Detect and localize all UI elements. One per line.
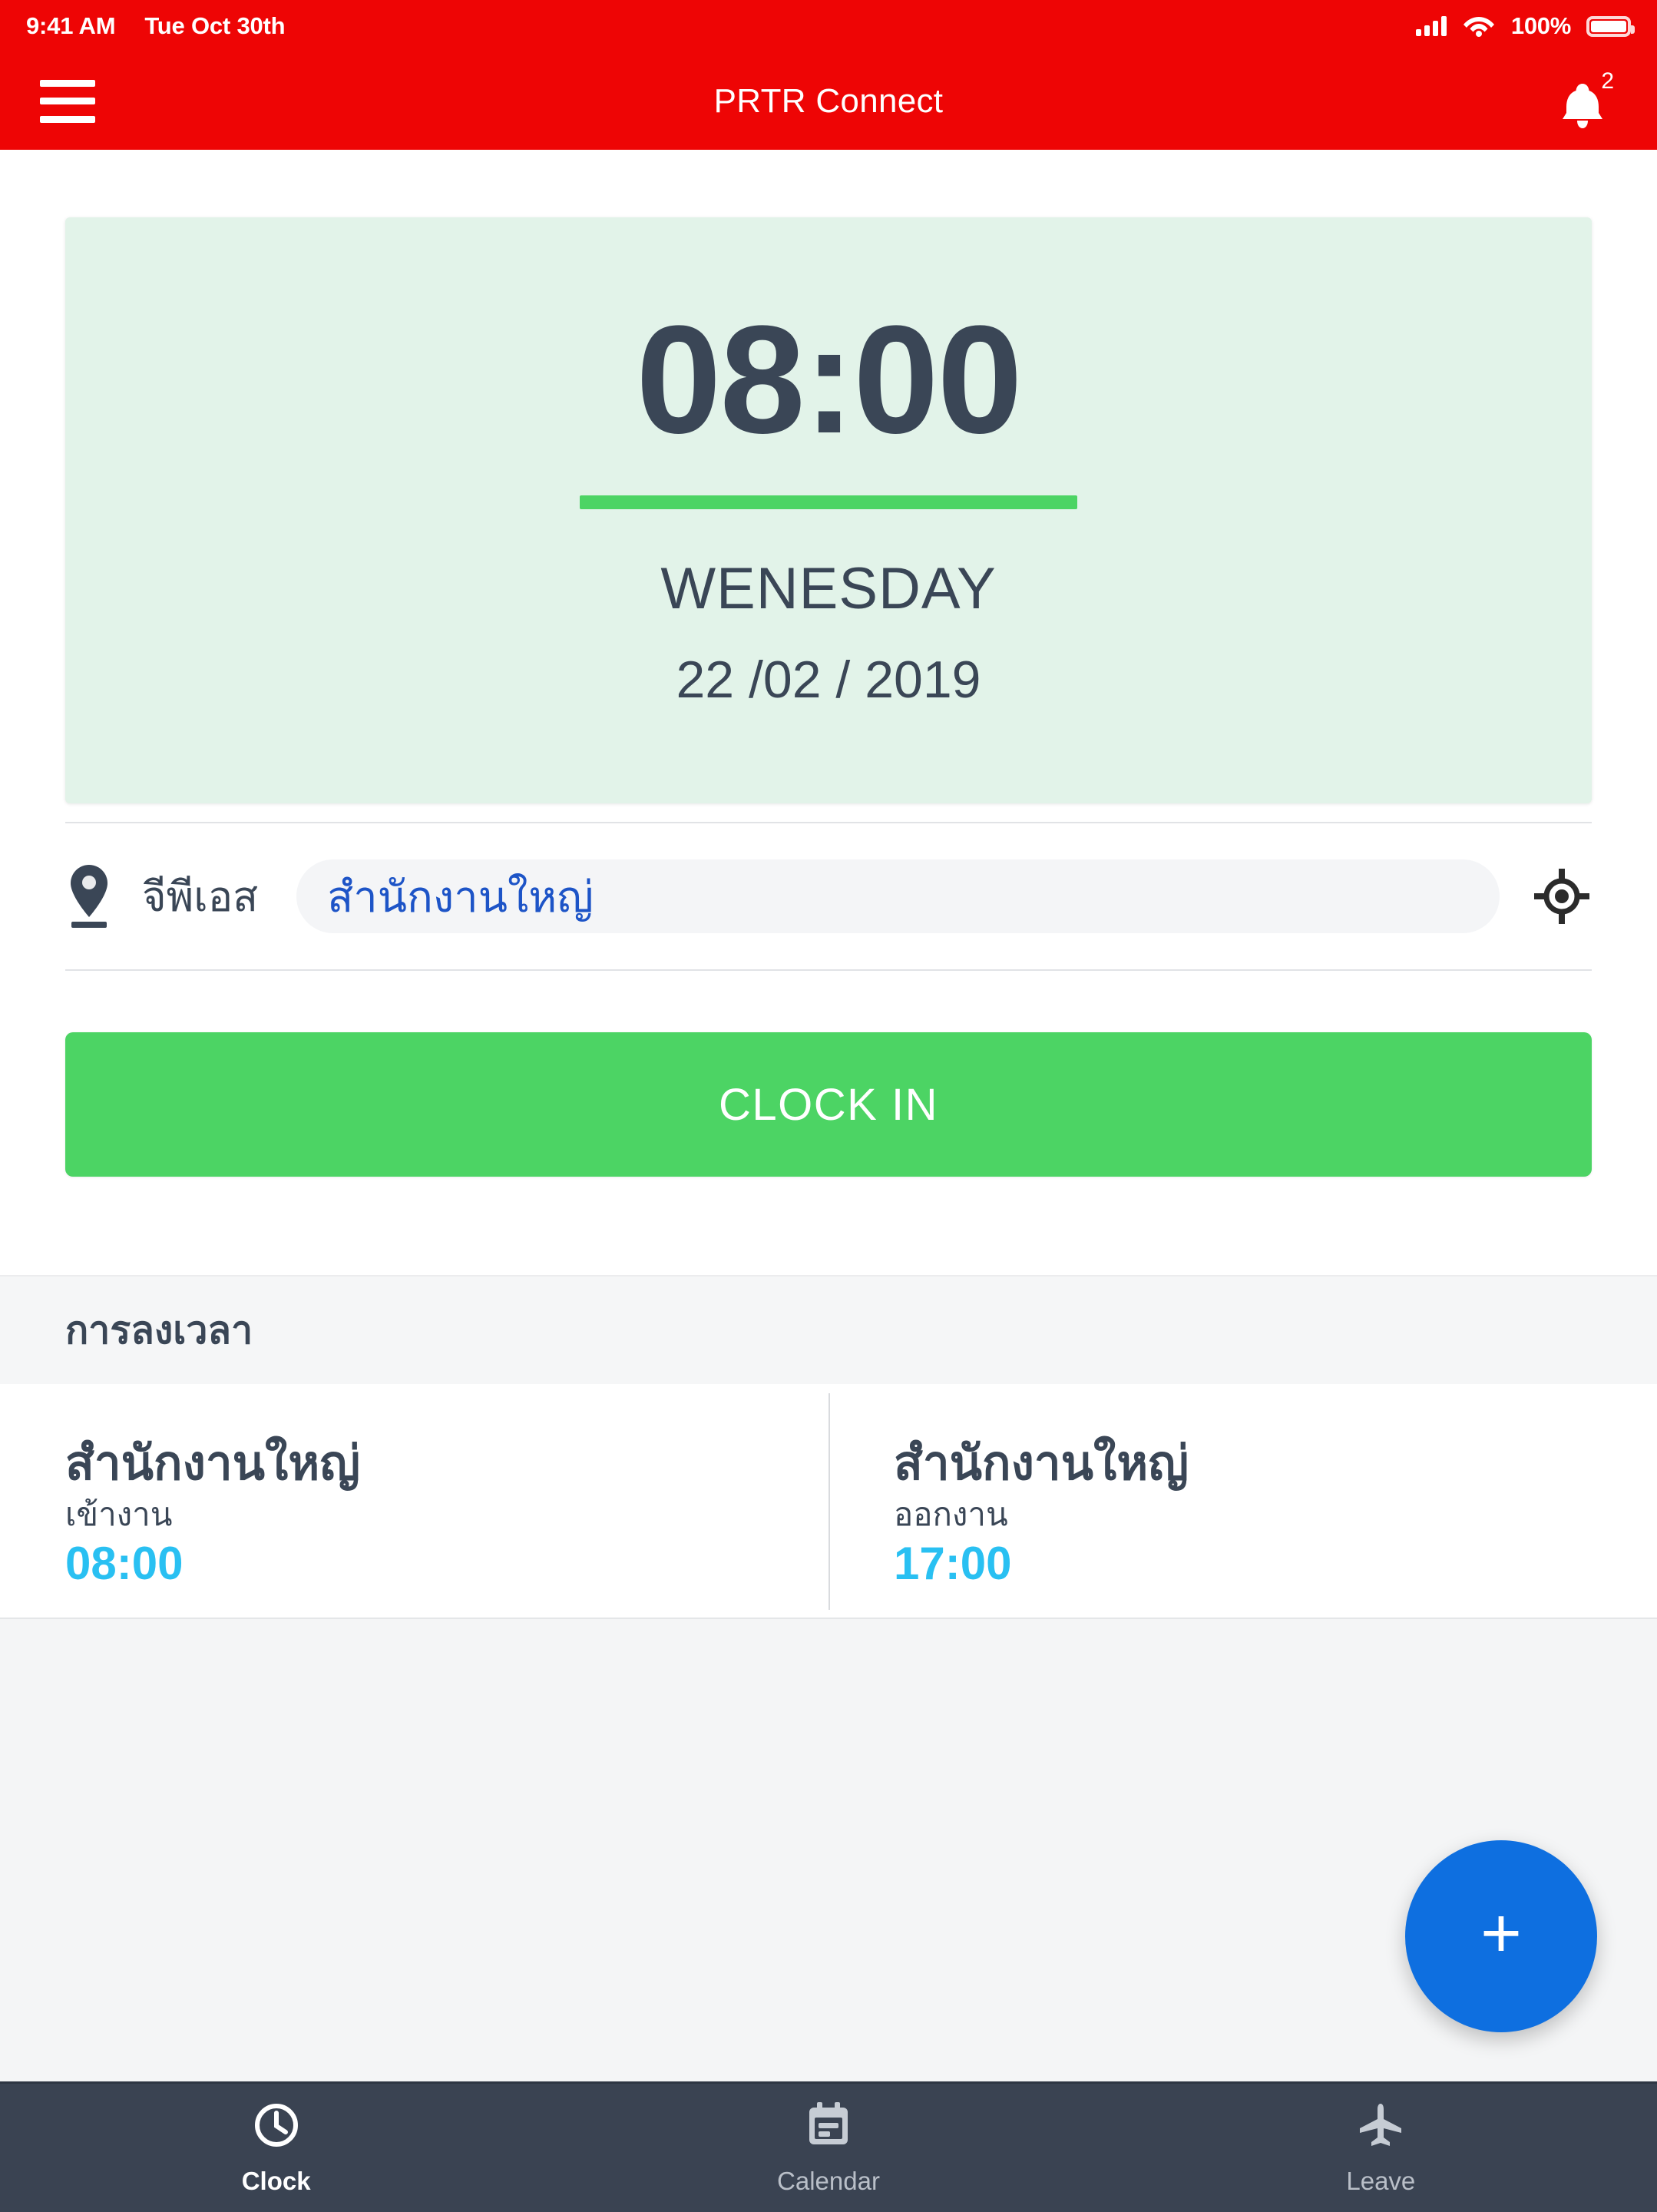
gps-location-value: สำนักงานใหญ่	[327, 872, 594, 921]
clock-card-divider	[580, 495, 1077, 509]
nav-label-calendar: Calendar	[777, 2166, 880, 2195]
status-bar-left: 9:41 AM Tue Oct 30th	[26, 12, 286, 40]
app-bar: PRTR Connect 2	[0, 52, 1657, 150]
nav-item-leave[interactable]: Leave	[1105, 2101, 1657, 2196]
attendance-section-title: การลงเวลา	[65, 1308, 253, 1352]
battery-percent-label: 100%	[1510, 12, 1571, 39]
status-bar-date: Tue Oct 30th	[144, 12, 286, 39]
attendance-entry-clock-out[interactable]: สำนักงานใหญ่ ออกงาน 17:00	[828, 1384, 1657, 1618]
clock-card: 08:00 WENESDAY 22 /02 / 2019	[65, 217, 1592, 803]
nav-label-clock: Clock	[241, 2166, 311, 2195]
attendance-place: สำนักงานใหญ่	[894, 1437, 1189, 1490]
bottom-navigation: Clock Calendar Leave	[0, 2081, 1657, 2212]
status-bar: 9:41 AM Tue Oct 30th 100%	[0, 0, 1657, 52]
current-time: 08:00	[636, 294, 1023, 465]
content-empty-area	[0, 1619, 1657, 2081]
clock-icon	[253, 2101, 299, 2150]
gps-location-input[interactable]: สำนักงานใหญ่	[296, 859, 1500, 933]
plus-icon: +	[1480, 1894, 1522, 1972]
notification-bell-button[interactable]: 2	[1551, 67, 1620, 136]
gps-row-bottom-divider	[65, 969, 1592, 971]
location-pin-icon	[65, 863, 113, 929]
attendance-section-header: การลงเวลา	[0, 1275, 1657, 1384]
page-title: PRTR Connect	[713, 81, 944, 120]
attendance-place: สำนักงานใหญ่	[65, 1437, 361, 1490]
nav-item-calendar[interactable]: Calendar	[552, 2101, 1104, 2196]
airplane-icon	[1357, 2101, 1404, 2150]
status-bar-clock: 9:41 AM	[26, 12, 116, 39]
gps-label: จีพีเอส	[142, 874, 259, 920]
gps-row: จีพีเอส สำนักงานใหญ่	[65, 823, 1592, 969]
current-weekday: WENESDAY	[660, 556, 997, 621]
attendance-entry-clock-in[interactable]: สำนักงานใหญ่ เข้างาน 08:00	[0, 1384, 828, 1618]
add-button[interactable]: +	[1405, 1840, 1597, 2032]
battery-full-icon	[1586, 15, 1635, 37]
nav-item-clock[interactable]: Clock	[0, 2101, 552, 2196]
notification-badge: 2	[1601, 68, 1614, 94]
wifi-icon	[1462, 12, 1496, 41]
calendar-icon	[806, 2101, 851, 2150]
gps-crosshair-icon[interactable]	[1532, 866, 1592, 926]
app-root: 9:41 AM Tue Oct 30th 100% PRTR Connect 2…	[0, 0, 1657, 2212]
current-date: 22 /02 / 2019	[676, 651, 981, 709]
signal-bars-icon	[1415, 16, 1447, 36]
bell-icon	[1563, 83, 1602, 128]
status-bar-right: 100%	[1415, 12, 1635, 41]
attendance-list: สำนักงานใหญ่ เข้างาน 08:00 สำนักงานใหญ่ …	[0, 1384, 1657, 1619]
attendance-time: 08:00	[65, 1537, 184, 1589]
attendance-kind: เข้างาน	[65, 1496, 173, 1533]
clock-in-button[interactable]: CLOCK IN	[65, 1032, 1592, 1177]
attendance-kind: ออกงาน	[894, 1496, 1008, 1533]
attendance-time: 17:00	[894, 1537, 1012, 1589]
hamburger-menu-icon[interactable]	[40, 79, 95, 123]
nav-label-leave: Leave	[1346, 2166, 1416, 2195]
